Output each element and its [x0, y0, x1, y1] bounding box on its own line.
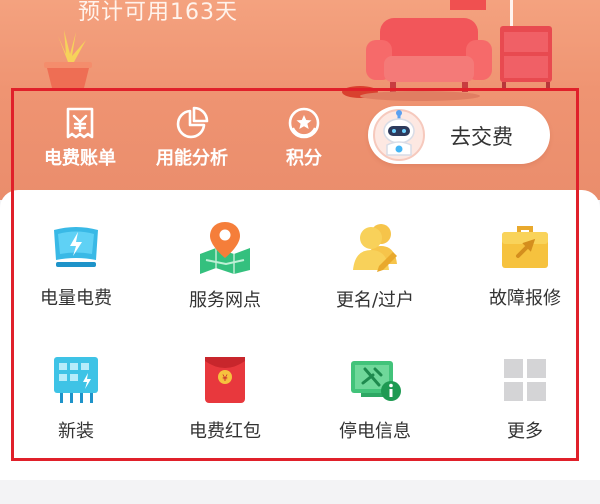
service-electricity-fee[interactable]: 电量电费 [16, 220, 136, 310]
estimated-days-text: 预计可用163天 [78, 0, 238, 25]
service-label: 停电信息 [339, 421, 411, 442]
service-label: 服务网点 [189, 290, 261, 311]
electricity-fee-icon [54, 227, 98, 267]
repair-toolbox-icon [502, 226, 548, 268]
cabinet-icon [500, 26, 552, 88]
quick-action-label: 用能分析 [156, 148, 228, 169]
pie-chart-icon [176, 106, 209, 139]
service-label: 故障报修 [489, 288, 561, 309]
sofa-icon [366, 18, 492, 92]
service-label: 电量电费 [40, 288, 112, 309]
service-map-icon [200, 222, 250, 274]
pay-bill-label: 去交费 [450, 125, 513, 149]
quick-action-bill[interactable]: 电费账单 [30, 106, 130, 182]
red-envelope-icon: ¥ [205, 357, 245, 403]
svg-text:¥: ¥ [222, 374, 228, 384]
new-install-icon [54, 357, 98, 403]
service-label: 电费红包 [189, 421, 261, 442]
service-more[interactable]: 更多 [465, 355, 585, 443]
quick-action-points[interactable]: 积分 [254, 106, 354, 182]
bill-icon [66, 107, 94, 139]
service-service-outlets[interactable]: 服务网点 [165, 220, 285, 312]
service-label: 更名/过户 [335, 290, 415, 311]
services-card: 电量电费 服务网点 更名/过户 故障报修 新装 ¥ 电费红包 停电信息 更多 [0, 190, 600, 480]
rename-transfer-icon [353, 224, 397, 272]
robot-avatar-icon [373, 109, 425, 161]
quick-action-label: 积分 [286, 148, 322, 169]
points-icon [288, 107, 320, 139]
plant-icon [44, 30, 92, 88]
quick-action-energy-analysis[interactable]: 用能分析 [142, 106, 242, 182]
service-outage-info[interactable]: 停电信息 [315, 355, 435, 443]
outage-info-icon [351, 361, 401, 401]
service-rename-transfer[interactable]: 更名/过户 [315, 220, 435, 312]
service-label: 新装 [58, 421, 94, 442]
quick-action-label: 电费账单 [44, 148, 116, 169]
bottom-strip [0, 480, 600, 504]
service-fault-repair[interactable]: 故障报修 [465, 220, 585, 310]
service-red-envelope[interactable]: ¥ 电费红包 [165, 355, 285, 443]
pay-bill-button[interactable]: 去交费 [368, 106, 550, 164]
service-label: 更多 [507, 421, 543, 442]
more-grid-icon [504, 359, 546, 401]
service-new-install[interactable]: 新装 [16, 355, 136, 443]
